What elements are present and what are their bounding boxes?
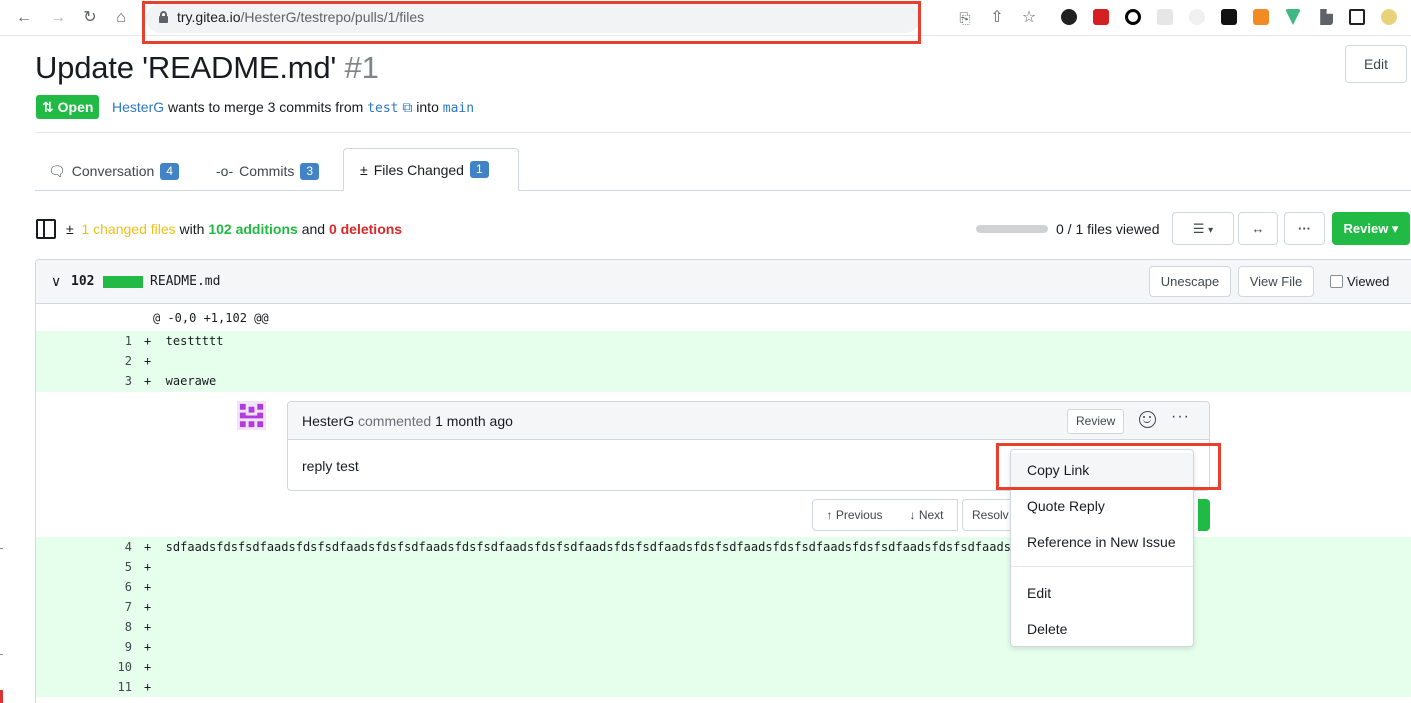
diff-stats: ± 1 changed files with 102 additions and… — [66, 221, 403, 237]
fox-extension-icon[interactable] — [1253, 9, 1269, 25]
comment-time[interactable]: 1 month ago — [435, 413, 513, 429]
reference-new-issue-menu-item[interactable]: Reference in New Issue — [1011, 525, 1193, 559]
head-branch-link[interactable]: test — [367, 101, 398, 116]
forward-icon[interactable]: → — [48, 8, 68, 28]
diff-line: 11 + — [36, 677, 1411, 697]
avatar[interactable] — [237, 401, 266, 430]
tabs-border — [35, 190, 1411, 191]
back-icon[interactable]: ← — [14, 8, 34, 28]
unescape-button[interactable]: Unescape — [1149, 266, 1231, 297]
comment-meta: HesterG commented 1 month ago — [302, 413, 513, 429]
file-tree-toggle-icon[interactable] — [36, 219, 56, 239]
profile-avatar-icon[interactable] — [1381, 9, 1397, 25]
tab-files-changed[interactable]: ± Files Changed 1 — [343, 148, 519, 191]
url-highlight-annotation — [142, 1, 921, 44]
diff-line: 4 + sdfaadsfdsfsdfaadsfdsfsdfaadsfdsfsdfa… — [36, 537, 1411, 557]
puzzle-extensions-icon[interactable] — [1320, 9, 1333, 25]
edit-title-button[interactable]: Edit — [1345, 45, 1407, 83]
comment-header: HesterG commented 1 month ago Review ··· — [288, 402, 1209, 440]
pdf-extension-icon[interactable] — [1093, 9, 1109, 25]
file-header: ∨ 102 README.md Unescape View File Viewe… — [36, 260, 1411, 304]
base-branch-link[interactable]: main — [443, 101, 474, 116]
commit-icon: -o- — [216, 163, 234, 179]
diff-line: 5 + — [36, 557, 1411, 577]
chevron-down-icon[interactable]: ∨ — [51, 273, 61, 290]
comment-author-link[interactable]: HesterG — [302, 413, 354, 429]
viewed-label: Viewed — [1347, 274, 1390, 289]
hunk-header: @ -0,0 +1,102 @@ — [36, 305, 1411, 331]
delete-comment-menu-item[interactable]: Delete — [1011, 612, 1193, 646]
circle-extension-icon[interactable] — [1125, 9, 1141, 25]
pull-request-icon: ⇅ — [42, 99, 58, 115]
files-viewed-count: 0 / 1 files viewed — [1056, 221, 1160, 237]
reload-icon[interactable]: ↻ — [80, 8, 100, 28]
split-view-button[interactable]: ↔ — [1238, 212, 1278, 245]
diff-line: 8 + — [36, 617, 1411, 637]
reply-button-edge[interactable] — [1198, 499, 1210, 531]
sidepanel-icon[interactable] — [1349, 9, 1365, 25]
emoji-reaction-icon[interactable] — [1139, 411, 1156, 428]
diff-line: 2 + — [36, 351, 1411, 371]
diff-line: 7 + — [36, 597, 1411, 617]
changed-files-link[interactable]: 1 changed files — [81, 221, 175, 237]
diff-line: 1 + testtttt — [36, 331, 1411, 351]
status-badge: ⇅ Open — [36, 95, 100, 119]
quote-reply-menu-item[interactable]: Quote Reply — [1011, 489, 1193, 523]
translate-icon[interactable]: ⎘ — [955, 8, 975, 28]
compass-extension-icon[interactable] — [1189, 9, 1205, 25]
comment-icon: 🗨 — [48, 163, 66, 179]
diff-line: 6 + — [36, 577, 1411, 597]
binary-extension-icon[interactable] — [1221, 9, 1237, 25]
viewed-checkbox[interactable] — [1330, 275, 1343, 288]
copy-link-highlight-annotation — [996, 443, 1221, 490]
review-button[interactable]: Review ▾ — [1332, 212, 1410, 245]
copy-icon[interactable]: ⧉ — [402, 99, 412, 115]
diff-line: 10 + — [36, 657, 1411, 677]
panda-extension-icon[interactable] — [1061, 9, 1077, 25]
menu-divider — [1011, 566, 1193, 567]
diff-line: 3 + waerawe — [36, 371, 1411, 392]
previous-conversation-button[interactable]: ↑ Previous — [812, 499, 897, 531]
home-icon[interactable]: ⌂ — [111, 8, 131, 28]
edge-mark — [0, 690, 3, 703]
diff-line: 9 + — [36, 637, 1411, 657]
next-conversation-button[interactable]: ↓ Next — [896, 499, 958, 531]
more-options-button[interactable]: ··· — [1284, 212, 1325, 245]
tab-commits[interactable]: -o- Commits 3 — [216, 152, 320, 190]
view-file-button[interactable]: View File — [1238, 266, 1314, 297]
tab-conversation[interactable]: 🗨 Conversation 4 — [48, 152, 179, 190]
tab-count: 3 — [300, 162, 320, 180]
files-viewed-progress — [976, 225, 1048, 233]
tab-count: 1 — [469, 161, 489, 178]
diff-icon: ± — [66, 221, 74, 237]
ellipsis-icon[interactable]: ··· — [1171, 408, 1190, 426]
blank-extension-icon[interactable] — [1157, 9, 1173, 25]
author-link[interactable]: HesterG — [112, 99, 164, 115]
share-icon[interactable]: ⇧ — [987, 8, 1007, 28]
list-icon: ☰ — [1192, 221, 1205, 236]
comment-body: reply test — [302, 458, 359, 474]
header-divider — [35, 132, 1411, 133]
edit-comment-menu-item[interactable]: Edit — [1011, 576, 1193, 610]
file-line-count: 102 — [71, 274, 95, 289]
bookmark-star-icon[interactable]: ☆ — [1019, 8, 1039, 28]
tab-count: 4 — [160, 162, 179, 180]
edge-mark — [0, 548, 3, 549]
page-title: Update 'README.md' #1 — [35, 50, 379, 85]
file-name[interactable]: README.md — [150, 274, 220, 289]
split-icon: ↔ — [1251, 221, 1265, 236]
edge-mark — [0, 654, 3, 655]
additions-bar — [103, 276, 143, 288]
diff-icon: ± — [360, 161, 368, 178]
vue-extension-icon[interactable] — [1285, 9, 1301, 25]
review-label: Review — [1067, 409, 1125, 434]
merge-description: HesterG wants to merge 3 commits from te… — [112, 99, 475, 116]
ellipsis-icon: ··· — [1298, 221, 1311, 236]
whitespace-dropdown[interactable]: ☰ ▾ — [1172, 212, 1234, 245]
